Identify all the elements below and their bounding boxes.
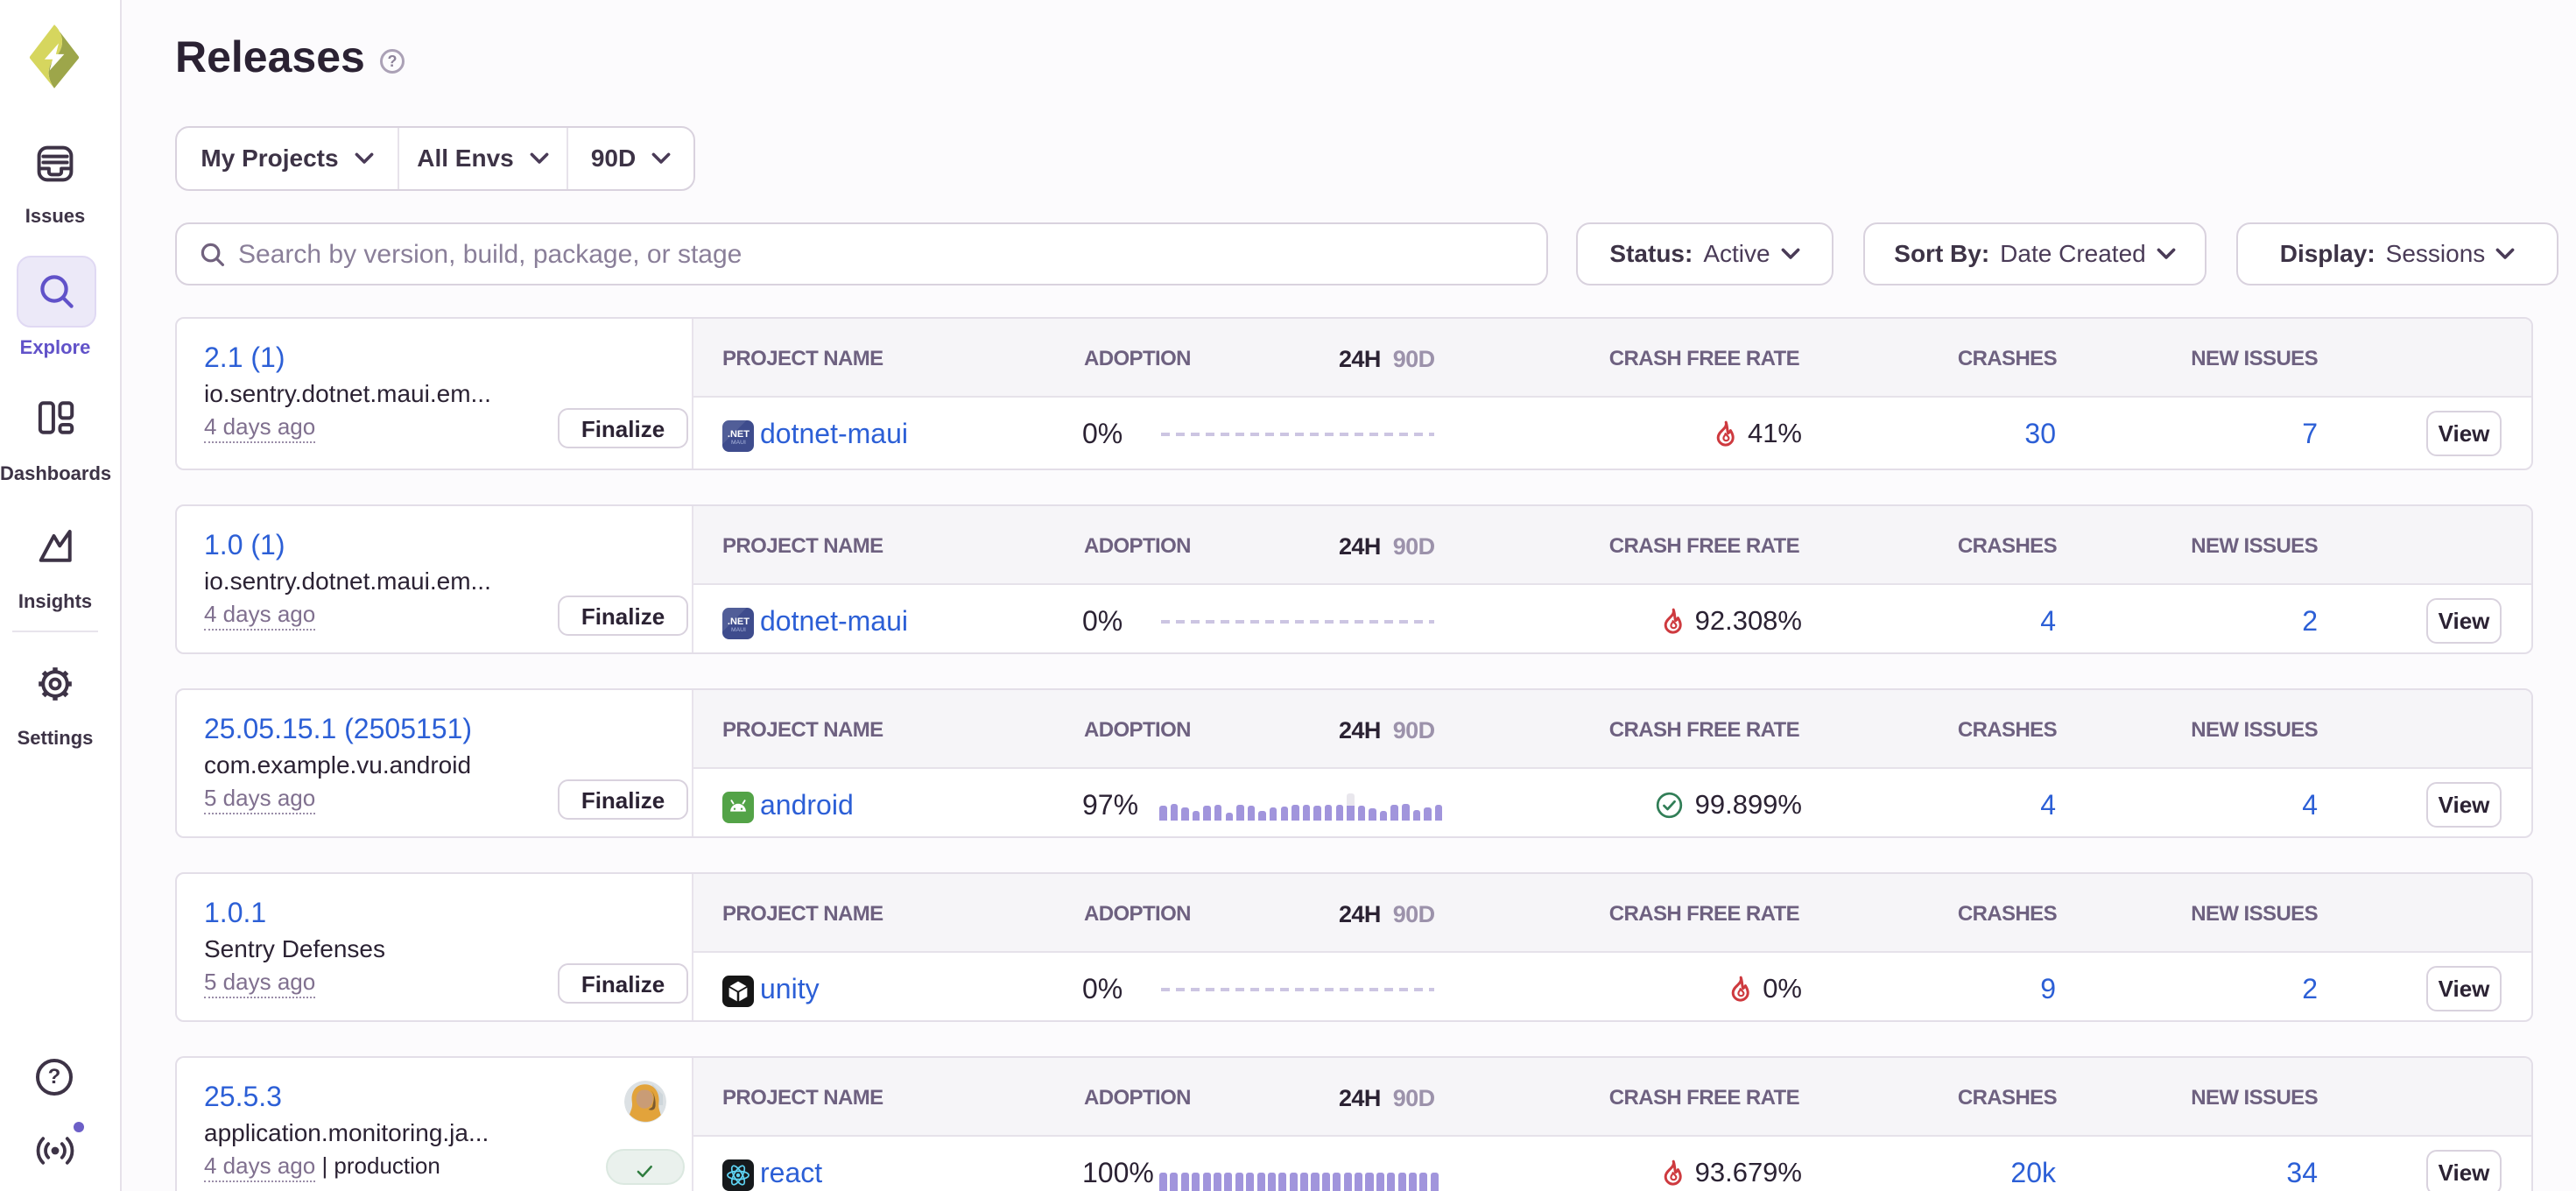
svg-text:.NET: .NET: [728, 617, 750, 627]
svg-text:MAUI: MAUI: [731, 440, 746, 446]
svg-text:MAUI: MAUI: [731, 627, 746, 633]
svg-text:.NET: .NET: [728, 429, 750, 440]
